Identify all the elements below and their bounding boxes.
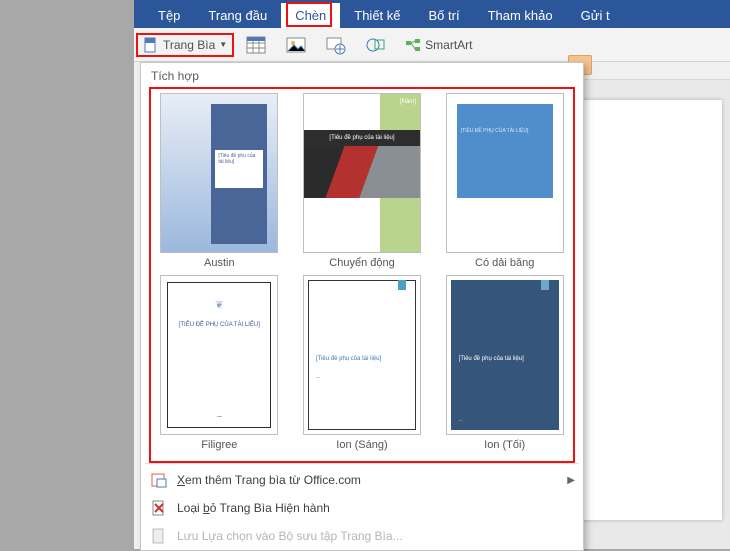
thumb-filigree: ❦[TIÊU ĐỀ PHỤ CỦA TÀI LIỆU]— (160, 275, 278, 435)
cover-page-label: Trang Bìa (163, 38, 215, 52)
gallery-item-filigree[interactable]: ❦[TIÊU ĐỀ PHỤ CỦA TÀI LIỆU]— Filigree (153, 275, 286, 453)
tab-references[interactable]: Tham khảo (474, 3, 567, 28)
gallery-item-chuyendong[interactable]: [Năm] [Tiêu đề phụ của tài liệu] Chuyển … (296, 93, 429, 271)
tab-layout[interactable]: Bố trí (415, 3, 474, 28)
gallery-item-ion-sang[interactable]: [Tiêu đề phụ của tài liệu]— Ion (Sáng) (296, 275, 429, 453)
thumb-chuyendong: [Năm] [Tiêu đề phụ của tài liệu] (303, 93, 421, 253)
smartart-icon (405, 37, 421, 53)
smartart-label: SmartArt (425, 38, 472, 52)
remove-cover-icon (151, 500, 167, 516)
office-icon (151, 472, 167, 488)
save-gallery-icon (151, 528, 167, 544)
tab-mailings[interactable]: Gửi t (567, 3, 624, 28)
cover-page-button[interactable]: Trang Bìa ▼ (136, 33, 234, 57)
ribbon-tabs: Tệp Trang đầu Chèn Thiết kế Bố trí Tham … (134, 0, 730, 28)
gallery-label: Ion (Tối) (484, 435, 525, 453)
tab-insert[interactable]: Chèn (281, 3, 340, 28)
app-window: Tệp Trang đầu Chèn Thiết kế Bố trí Tham … (134, 0, 730, 549)
gallery-item-ion-toi[interactable]: [Tiêu đề phụ của tài liệu]— Ion (Tối) (438, 275, 571, 453)
menu-save-selection: Lưu Lựa chọn vào Bộ sưu tập Trang Bìa... (141, 522, 583, 550)
gallery-label: Có dải băng (475, 253, 534, 271)
tab-home[interactable]: Trang đầu (194, 3, 281, 28)
cover-page-gallery: [Tiêu đề phụ của tài liệu] Austin [Năm] … (141, 89, 583, 461)
shapes-icon (365, 34, 387, 56)
menu-label: Xem thêm Trang bìa từ Office.com (177, 473, 361, 487)
thumb-ion-toi: [Tiêu đề phụ của tài liệu]— (446, 275, 564, 435)
table-button[interactable] (238, 30, 274, 60)
chevron-right-icon: ▶ (567, 475, 575, 486)
tab-file[interactable]: Tệp (144, 3, 194, 28)
chevron-down-icon: ▼ (219, 40, 227, 49)
gallery-item-austin[interactable]: [Tiêu đề phụ của tài liệu] Austin (153, 93, 286, 271)
ribbon-toolbar: Trang Bìa ▼ SmartArt (134, 28, 730, 62)
gallery-label: Ion (Sáng) (336, 435, 387, 453)
online-pictures-button[interactable] (318, 30, 354, 60)
online-pictures-icon (325, 34, 347, 56)
pictures-icon (285, 34, 307, 56)
tab-design[interactable]: Thiết kế (340, 3, 414, 28)
gallery-label: Austin (204, 253, 235, 271)
menu-more-from-office[interactable]: Xem thêm Trang bìa từ Office.com ▶ (141, 466, 583, 494)
cover-page-dropdown: Tích hợp [Tiêu đề phụ của tài liệu] Aust… (140, 62, 584, 551)
menu-label: Loại bỏ Trang Bìa Hiện hành (177, 501, 330, 515)
shapes-button[interactable] (358, 30, 394, 60)
menu-separator (145, 463, 579, 464)
menu-remove-cover[interactable]: Loại bỏ Trang Bìa Hiện hành (141, 494, 583, 522)
gallery-label: Chuyển động (329, 253, 394, 271)
thumb-codaibang: [TIÊU ĐỀ PHỤ CỦA TÀI LIỆU] (446, 93, 564, 253)
gallery-section-header: Tích hợp (141, 63, 583, 89)
gallery-label: Filigree (201, 435, 237, 453)
smartart-button[interactable]: SmartArt (398, 33, 479, 57)
thumb-ion-sang: [Tiêu đề phụ của tài liệu]— (303, 275, 421, 435)
table-icon (245, 34, 267, 56)
menu-label: Lưu Lựa chọn vào Bộ sưu tập Trang Bìa... (177, 529, 403, 543)
gallery-item-codaibang[interactable]: [TIÊU ĐỀ PHỤ CỦA TÀI LIỆU] Có dải băng (438, 93, 571, 271)
cover-page-icon (143, 37, 159, 53)
pictures-button[interactable] (278, 30, 314, 60)
thumb-austin: [Tiêu đề phụ của tài liệu] (160, 93, 278, 253)
